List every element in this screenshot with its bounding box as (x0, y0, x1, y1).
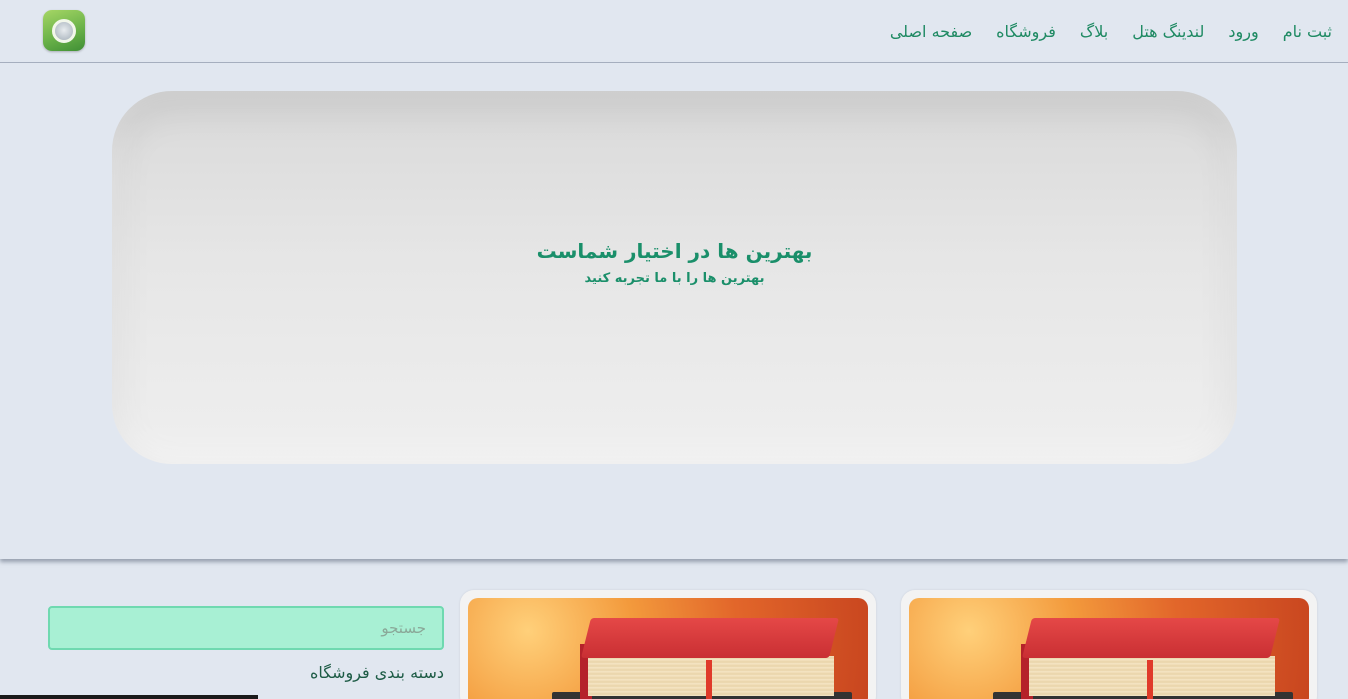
site-logo[interactable] (43, 10, 85, 51)
book-shape (1022, 618, 1280, 658)
top-navbar: صفحه اصلی فروشگاه بلاگ لندینگ هتل ورود ث… (0, 0, 1348, 63)
nav-link-login[interactable]: ورود (1228, 22, 1258, 41)
camera-lens-icon (52, 18, 76, 43)
taskbar-edge (0, 695, 258, 699)
nav-link-blog[interactable]: بلاگ (1080, 22, 1108, 41)
hero-section: بهترین ها در اختیار شماست بهترین ها را ب… (0, 63, 1348, 559)
nav-link-home[interactable]: صفحه اصلی (890, 22, 972, 41)
bookmark-ribbon (1147, 660, 1153, 699)
hero-banner: بهترین ها در اختیار شماست بهترین ها را ب… (112, 91, 1237, 464)
product-card[interactable] (901, 590, 1317, 699)
nav-link-hotel-landing[interactable]: لندینگ هتل (1132, 22, 1204, 41)
hero-subtitle: بهترین ها را با ما تجربه کنید (584, 271, 765, 286)
product-card[interactable] (460, 590, 876, 699)
shop-category-heading: دسته بندی فروشگاه (309, 663, 444, 682)
nav-link-shop[interactable]: فروشگاه (996, 22, 1056, 41)
hero-title: بهترین ها در اختیار شماست (536, 239, 813, 263)
book-shape (581, 618, 839, 658)
main-nav: صفحه اصلی فروشگاه بلاگ لندینگ هتل ورود ث… (890, 0, 1332, 62)
bookmark-ribbon (706, 660, 712, 699)
search-input[interactable] (48, 606, 444, 650)
books-image (468, 598, 868, 699)
books-image (909, 598, 1309, 699)
nav-link-register[interactable]: ثبت نام (1283, 22, 1332, 41)
